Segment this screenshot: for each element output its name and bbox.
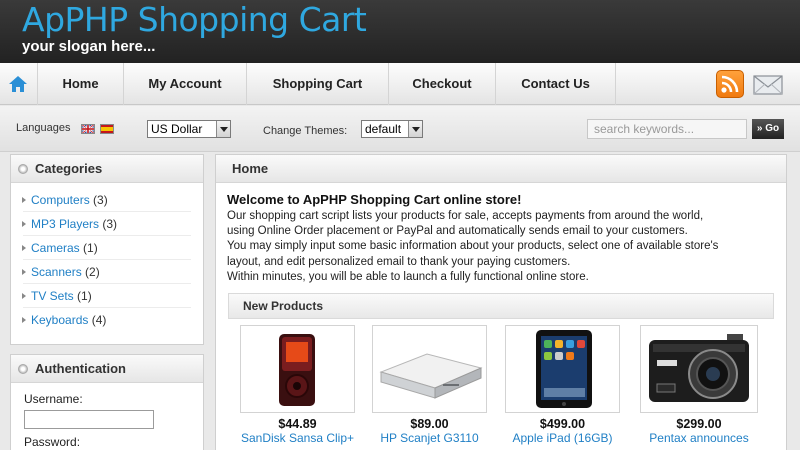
arrow-right-icon <box>22 317 26 323</box>
category-count: (1) <box>77 289 92 303</box>
product-card[interactable] <box>505 325 620 413</box>
arrow-right-icon <box>22 245 26 251</box>
product-card[interactable] <box>640 325 758 413</box>
divider <box>23 307 191 308</box>
new-products-header: New Products <box>228 293 774 319</box>
categories-title: Categories <box>35 161 103 176</box>
category-link[interactable]: Computers <box>31 193 90 207</box>
product-price: $299.00 <box>676 417 722 431</box>
category-count: (1) <box>83 241 98 255</box>
authentication-header: Authentication <box>11 355 203 383</box>
category-link[interactable]: Cameras <box>31 241 80 255</box>
currency-value: US Dollar <box>151 122 203 136</box>
product-link[interactable]: Apple iPad (16GB) <box>497 431 628 445</box>
category-item[interactable]: MP3 Players (3) <box>22 217 118 231</box>
category-count: (3) <box>102 217 118 231</box>
rss-icon[interactable] <box>716 70 744 98</box>
category-link[interactable]: Keyboards <box>31 313 88 327</box>
product-price: $44.89 <box>278 417 317 431</box>
authentication-title: Authentication <box>35 361 126 376</box>
username-field[interactable] <box>24 410 154 429</box>
bullet-icon <box>18 164 28 174</box>
welcome-text: layout, and edit personalized email to t… <box>227 256 571 268</box>
bullet-icon <box>18 364 28 374</box>
username-label: Username: <box>24 392 83 406</box>
welcome-text: Our shopping cart script lists your prod… <box>227 210 704 222</box>
themes-label: Change Themes: <box>263 125 348 137</box>
product-image[interactable] <box>641 326 757 412</box>
category-count: (4) <box>91 313 107 327</box>
product-link[interactable]: SanDisk Sansa Clip+ <box>232 431 363 445</box>
nav-shopping-cart[interactable]: Shopping Cart <box>247 63 389 105</box>
product-link[interactable]: Pentax announces <box>633 431 765 445</box>
spain-flag-icon[interactable] <box>100 124 114 134</box>
category-item[interactable]: Cameras (1) <box>22 241 98 255</box>
nav-home[interactable]: Home <box>38 63 124 105</box>
divider <box>23 235 191 236</box>
chevron-down-icon[interactable] <box>408 121 422 137</box>
welcome-text: Within minutes, you will be able to laun… <box>227 271 589 283</box>
welcome-text: using Online Order placement or PayPal a… <box>227 225 688 237</box>
theme-value: default <box>365 122 402 136</box>
welcome-text: You may simply input some basic informat… <box>227 240 719 252</box>
main-title: Home <box>232 161 269 176</box>
main-nav: Home My Account Shopping Cart Checkout C… <box>0 63 800 105</box>
nav-checkout[interactable]: Checkout <box>389 63 496 105</box>
nav-my-account[interactable]: My Account <box>124 63 247 105</box>
go-label: Go <box>765 123 780 134</box>
chevron-down-icon[interactable] <box>216 121 230 137</box>
site-title[interactable]: ApPHP Shopping Cart <box>22 0 367 39</box>
product-card[interactable] <box>240 325 355 413</box>
arrow-right-icon <box>22 269 26 275</box>
categories-panel: Categories Computers (3) MP3 Players (3)… <box>10 154 204 345</box>
search-input[interactable]: search keywords... <box>587 119 747 139</box>
product-price: $499.00 <box>539 417 586 431</box>
site-header: ApPHP Shopping Cart your slogan here... <box>0 0 800 63</box>
site-slogan: your slogan here... <box>22 38 156 55</box>
uk-flag-icon[interactable] <box>81 124 95 134</box>
password-label: Password: <box>24 435 81 449</box>
product-card[interactable] <box>372 325 487 413</box>
category-link[interactable]: TV Sets <box>31 289 74 303</box>
mail-icon[interactable] <box>752 70 784 98</box>
product-image[interactable] <box>506 326 619 412</box>
product-image[interactable] <box>241 326 354 412</box>
welcome-title: Welcome to ApPHP Shopping Cart online st… <box>227 192 522 207</box>
product-link[interactable]: HP Scanjet G3110 <box>364 431 495 445</box>
category-item[interactable]: Keyboards (4) <box>22 313 107 327</box>
product-image[interactable] <box>373 326 486 412</box>
go-arrow-icon: » <box>756 123 766 134</box>
arrow-right-icon <box>22 197 26 203</box>
nav-contact-us[interactable]: Contact Us <box>496 63 616 105</box>
arrow-right-icon <box>22 221 26 227</box>
main-header: Home <box>216 155 786 183</box>
category-link[interactable]: Scanners <box>31 265 82 279</box>
theme-select[interactable]: default <box>361 120 423 138</box>
category-count: (2) <box>85 265 100 279</box>
divider <box>23 283 191 284</box>
currency-select[interactable]: US Dollar <box>147 120 231 138</box>
categories-header: Categories <box>11 155 203 183</box>
arrow-right-icon <box>22 293 26 299</box>
divider <box>23 211 191 212</box>
category-link[interactable]: MP3 Players <box>31 217 99 231</box>
search-go-button[interactable]: » Go <box>752 119 784 139</box>
category-item[interactable]: Scanners (2) <box>22 265 100 279</box>
category-item[interactable]: TV Sets (1) <box>22 289 92 303</box>
category-count: (3) <box>93 193 108 207</box>
product-price: $89.00 <box>410 417 449 431</box>
category-item[interactable]: Computers (3) <box>22 193 108 207</box>
languages-label: Languages <box>16 122 71 134</box>
divider <box>23 259 191 260</box>
